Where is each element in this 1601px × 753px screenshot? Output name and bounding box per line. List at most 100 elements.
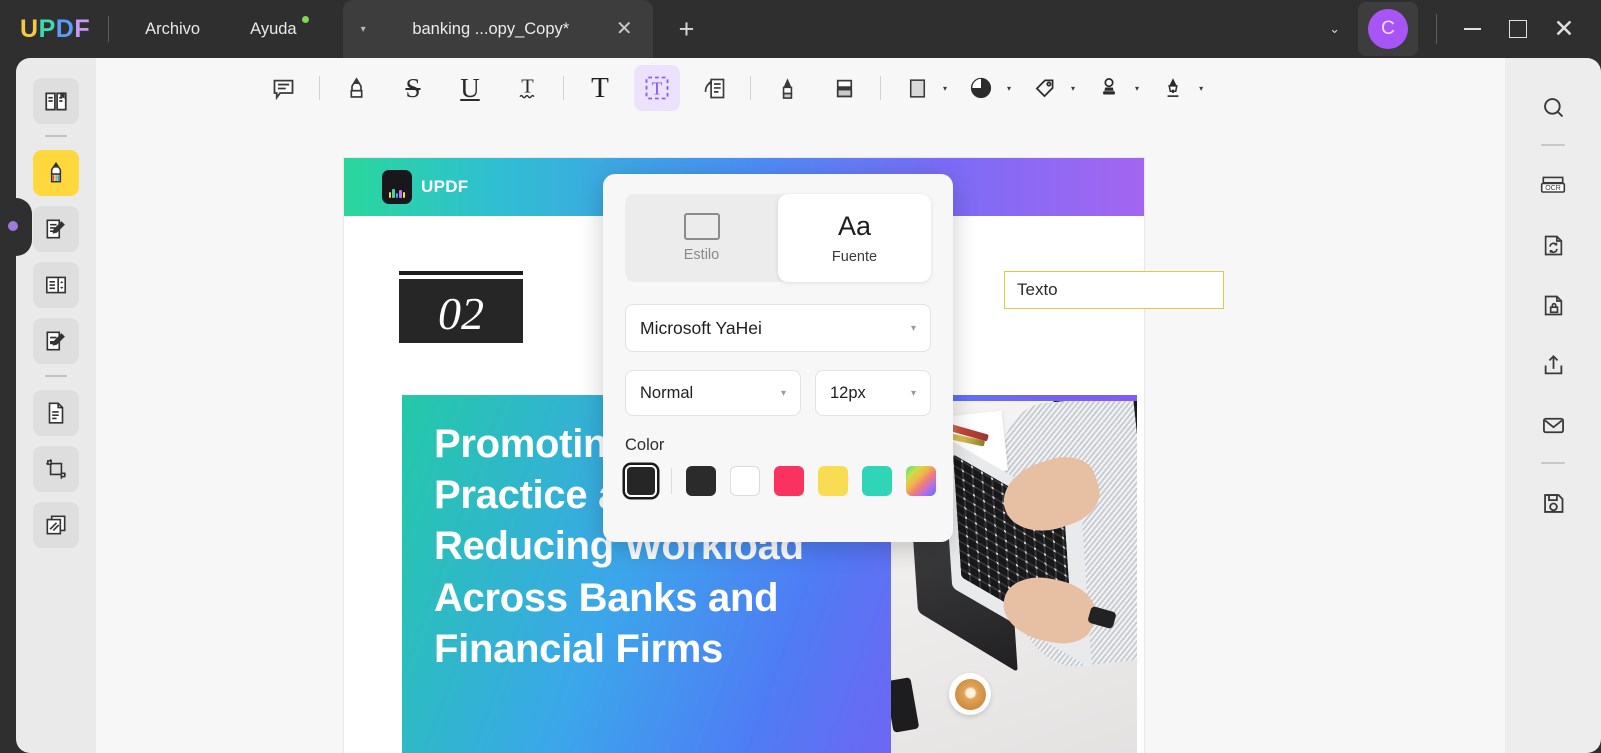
signature-tool[interactable]: ▾: [1150, 65, 1203, 111]
section-rule: [399, 271, 523, 275]
svg-text:OCR: OCR: [1545, 185, 1561, 192]
titlebar-divider: [108, 16, 110, 42]
logo-letter-u: U: [20, 14, 39, 43]
tag-caret-icon[interactable]: ▾: [1071, 84, 1075, 93]
toolbar-divider-1: [319, 76, 320, 100]
swatch-white[interactable]: [730, 466, 760, 496]
sidebar-reader-icon[interactable]: [33, 78, 79, 124]
svg-text:T: T: [652, 78, 663, 98]
swatch-teal[interactable]: [862, 466, 892, 496]
document-tab[interactable]: ▾ banking ...opy_Copy* ✕: [342, 0, 653, 58]
pencil-tool[interactable]: [764, 65, 810, 111]
sidebar-divider: [45, 135, 67, 137]
text-box-annotation[interactable]: Texto: [1004, 271, 1224, 309]
swatch-rainbow[interactable]: [906, 466, 936, 496]
text-box-tool[interactable]: T: [634, 65, 680, 111]
logo-letter-f: F: [74, 14, 91, 43]
share-icon[interactable]: [1530, 342, 1576, 388]
updf-window: U P D F Archivo Ayuda ▾ banking ...opy_C…: [0, 0, 1601, 753]
toolbar-divider-3: [750, 76, 751, 100]
squiggly-tool[interactable]: T: [504, 65, 550, 111]
photo-coffee-cup: [949, 673, 991, 715]
sidebar-divider-2: [45, 375, 67, 377]
avatar: C: [1368, 9, 1408, 49]
square-shape-icon: [894, 65, 940, 111]
font-style-value: Normal: [640, 383, 694, 402]
font-size-value: 12px: [830, 383, 866, 402]
text-tool[interactable]: T: [577, 65, 623, 111]
font-size-select[interactable]: 12px ▾: [815, 370, 931, 416]
mail-icon[interactable]: [1530, 402, 1576, 448]
protect-icon[interactable]: [1530, 282, 1576, 328]
minimize-button[interactable]: [1449, 6, 1495, 52]
chevron-down-icon[interactable]: ▾: [911, 323, 916, 334]
swatch-pink[interactable]: [774, 466, 804, 496]
menu-archivo[interactable]: Archivo: [133, 14, 212, 45]
callout-tool[interactable]: [691, 65, 737, 111]
sidebar-compare-icon[interactable]: [33, 502, 79, 548]
svg-text:T: T: [521, 75, 534, 97]
search-icon[interactable]: [1530, 84, 1576, 130]
rectangle-icon: [683, 213, 720, 240]
account-button[interactable]: C: [1358, 2, 1418, 56]
tab-close-icon[interactable]: ✕: [616, 19, 633, 39]
stamp-tool[interactable]: ▾: [1086, 65, 1139, 111]
title-bar: U P D F Archivo Ayuda ▾ banking ...opy_C…: [0, 0, 1601, 58]
signature-caret-icon[interactable]: ▾: [1199, 84, 1203, 93]
underline-tool[interactable]: U: [447, 65, 493, 111]
font-style-select[interactable]: Normal ▾: [625, 370, 801, 416]
maximize-button[interactable]: [1495, 6, 1541, 52]
sidebar-collapse-handle[interactable]: [8, 221, 18, 231]
sidebar-crop-icon[interactable]: [33, 446, 79, 492]
save-icon[interactable]: [1530, 480, 1576, 526]
swatch-current[interactable]: [625, 465, 657, 497]
right-sidebar: OCR: [1505, 58, 1601, 753]
sidebar-annotate-icon[interactable]: [33, 150, 79, 196]
tab-fuente[interactable]: Aa Fuente: [778, 194, 931, 282]
color-section-label: Color: [625, 436, 665, 454]
tag-icon: [1022, 65, 1068, 111]
sidebar-edit-icon[interactable]: [33, 206, 79, 252]
shape-tool[interactable]: ▾: [894, 65, 947, 111]
chevron-down-icon[interactable]: ⌄: [1315, 11, 1354, 47]
sticker-caret-icon[interactable]: ▾: [1007, 84, 1011, 93]
tab-title: banking ...opy_Copy*: [412, 19, 570, 38]
close-button[interactable]: ✕: [1541, 6, 1587, 52]
annotation-toolbar: S U T T T ▾ ▾ ▾ ▾ ▾: [96, 58, 1505, 118]
titlebar-right-group: ⌄ C ✕: [1315, 2, 1601, 56]
strikethrough-tool[interactable]: S: [390, 65, 436, 111]
highlight-tool[interactable]: [333, 65, 379, 111]
font-family-select[interactable]: Microsoft YaHei ▾: [625, 304, 931, 352]
menu-ayuda[interactable]: Ayuda: [238, 14, 309, 45]
eraser-tool[interactable]: [821, 65, 867, 111]
swatch-yellow[interactable]: [818, 466, 848, 496]
chevron-down-icon[interactable]: ▾: [781, 388, 786, 399]
app-body: S U T T T ▾ ▾ ▾ ▾ ▾ UPDF 02 Texto Promot…: [0, 58, 1601, 753]
convert-icon[interactable]: [1530, 222, 1576, 268]
chevron-down-icon[interactable]: ▾: [911, 388, 916, 399]
sticker-tool[interactable]: ▾: [958, 65, 1011, 111]
logo-letter-d: D: [55, 14, 75, 43]
tab-fuente-label: Fuente: [831, 249, 878, 265]
banner-brand-label: UPDF: [421, 177, 469, 196]
tab-estilo[interactable]: Estilo: [625, 194, 778, 282]
ocr-icon[interactable]: OCR: [1530, 162, 1576, 208]
sidebar-form-icon[interactable]: [33, 318, 79, 364]
sidebar-organize-icon[interactable]: [33, 262, 79, 308]
font-style-size-row: Normal ▾ 12px ▾: [625, 370, 931, 416]
toolbar-divider-4: [880, 76, 881, 100]
shape-caret-icon[interactable]: ▾: [943, 84, 947, 93]
toolbar-divider-2: [563, 76, 564, 100]
right-sidebar-divider-2: [1541, 462, 1565, 464]
note-comment-tool[interactable]: [260, 65, 306, 111]
tag-tool[interactable]: ▾: [1022, 65, 1075, 111]
sidebar-convert-icon[interactable]: [33, 390, 79, 436]
fountain-pen-icon: [1150, 65, 1196, 111]
swatch-black[interactable]: [686, 466, 716, 496]
wave-glyph: [388, 188, 406, 198]
stamp-caret-icon[interactable]: ▾: [1135, 84, 1139, 93]
update-badge-dot: [301, 15, 309, 23]
logo-letter-p: P: [38, 14, 56, 43]
new-tab-button[interactable]: +: [679, 15, 695, 43]
tab-estilo-label: Estilo: [683, 247, 720, 263]
